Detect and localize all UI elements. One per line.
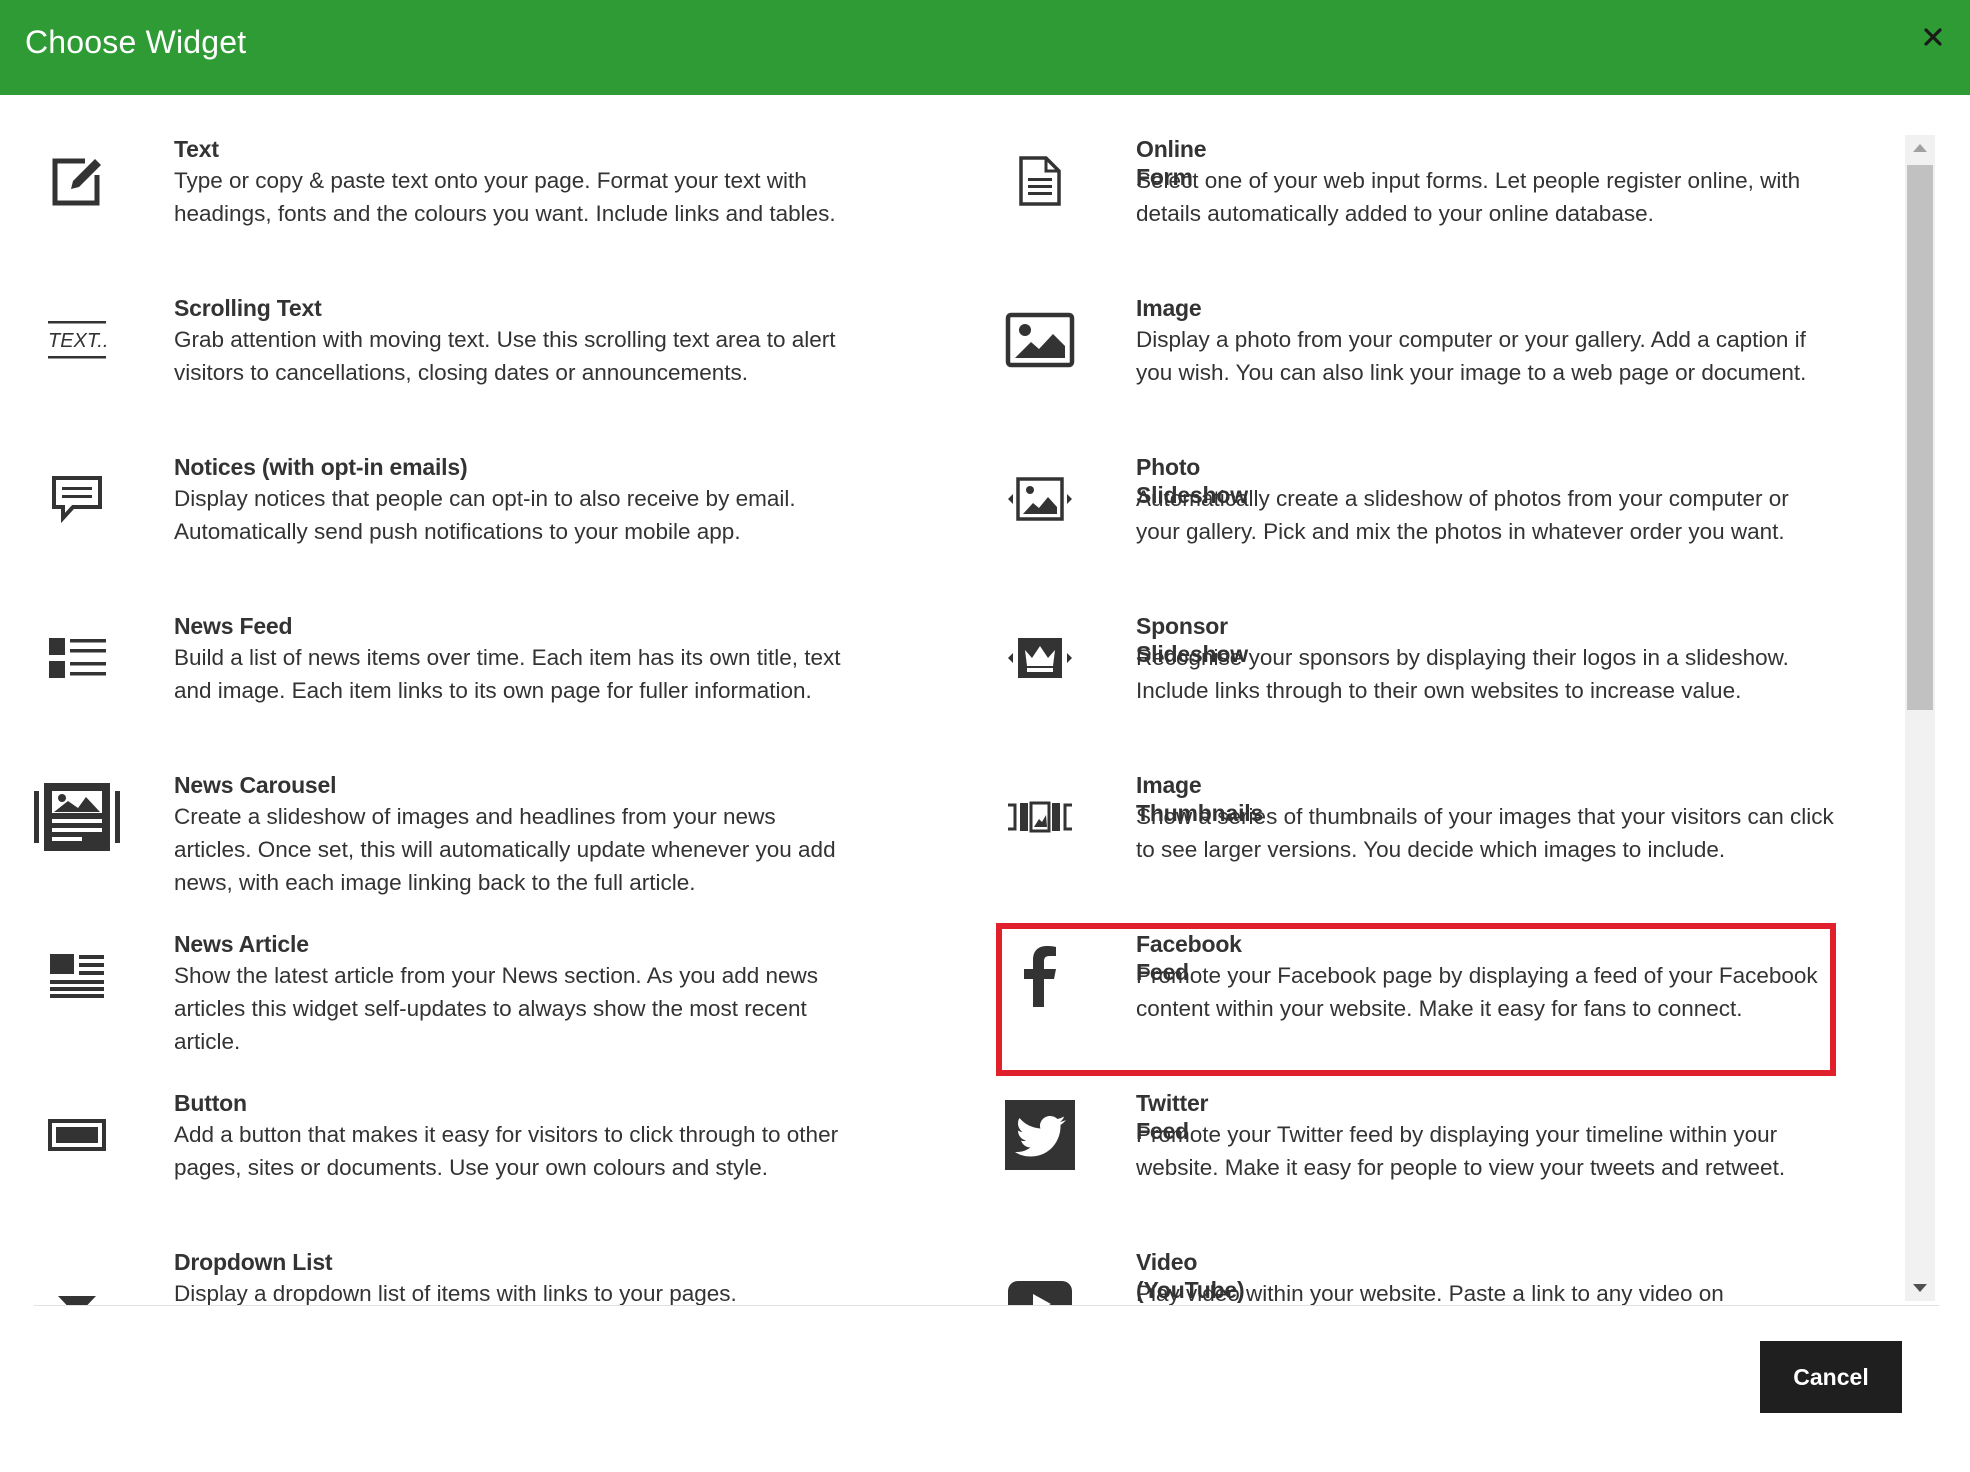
dialog-title: Choose Widget [25, 24, 247, 60]
triangle-down-icon [1913, 1284, 1927, 1292]
widget-photo-slideshow[interactable]: Photo Slideshow Automatically create a s… [0, 453, 1789, 612]
widget-facebook-feed[interactable]: Facebook Feed Promote your Facebook page… [0, 930, 1818, 1089]
sponsor-slideshow-icon [995, 622, 1085, 694]
photo-slideshow-icon [995, 463, 1085, 535]
scroll-down-button[interactable] [1905, 1275, 1935, 1301]
widget-description: Display a photo from your computer or yo… [1136, 327, 1807, 385]
widget-online-form[interactable]: Online Form Select one of your web input… [0, 135, 1800, 294]
scroll-up-button[interactable] [1905, 135, 1935, 161]
widget-description: Automatically create a slideshow of phot… [1136, 486, 1789, 544]
widget-description: Promote your Facebook page by displaying… [1136, 963, 1818, 1021]
widget-twitter-feed[interactable]: Twitter Feed Promote your Twitter feed b… [0, 1089, 1785, 1248]
close-button[interactable] [1918, 22, 1948, 52]
triangle-up-icon [1913, 144, 1927, 152]
widget-video-youtube[interactable]: Video (YouTube) Play video within your w… [0, 1248, 1724, 1305]
widget-description: Show a series of thumbnails of your imag… [1136, 804, 1834, 862]
footer-divider [34, 1305, 1939, 1306]
widget-title: Image [1136, 295, 1202, 321]
dialog-header: Choose Widget [0, 0, 1970, 95]
document-icon [995, 145, 1085, 217]
scroll-thumb[interactable] [1907, 165, 1933, 710]
widget-image[interactable]: Image Display a photo from your computer… [0, 294, 1806, 453]
scrollbar[interactable] [1905, 135, 1935, 1301]
widget-list[interactable]: Text Type or copy & paste text onto your… [0, 95, 1940, 1305]
cancel-button[interactable]: Cancel [1760, 1341, 1902, 1413]
close-icon [1924, 28, 1942, 46]
widget-description: Promote your Twitter feed by displaying … [1136, 1122, 1786, 1180]
widget-description: Select one of your web input forms. Let … [1136, 168, 1801, 226]
image-icon [995, 304, 1085, 376]
facebook-icon [995, 940, 1085, 1012]
youtube-icon [995, 1268, 1085, 1305]
twitter-icon [995, 1099, 1085, 1171]
thumbnails-icon [995, 781, 1085, 853]
widget-image-thumbnails[interactable]: Image Thumbnails Show a series of thumbn… [0, 771, 1834, 930]
widget-sponsor-slideshow[interactable]: Sponsor Slideshow Recognise your sponsor… [0, 612, 1789, 771]
widget-description: Play video within your website. Paste a … [1136, 1281, 1724, 1305]
widget-description: Recognise your sponsors by displaying th… [1136, 645, 1789, 703]
